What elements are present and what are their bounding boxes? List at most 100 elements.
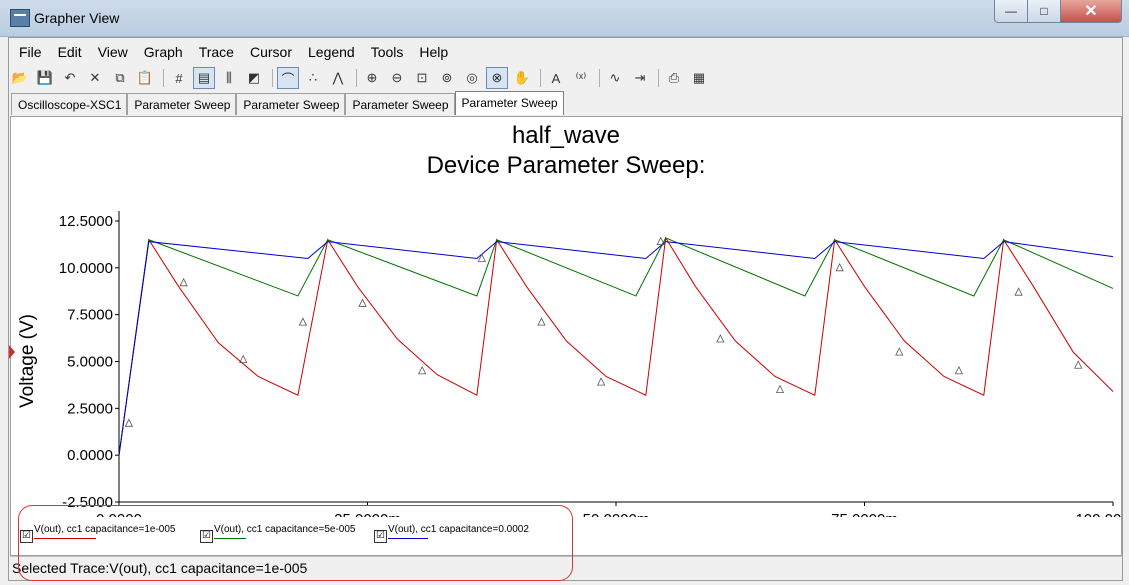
overlay-icon[interactable]: ◩	[243, 67, 265, 89]
tab-parameter-sweep-4[interactable]: Parameter Sweep	[454, 91, 564, 115]
menu-bar: File Edit View Graph Trace Cursor Legend…	[9, 40, 454, 62]
zoom-fit-icon[interactable]: ◎	[461, 67, 483, 89]
paste-icon[interactable]: 📋	[134, 67, 156, 89]
grapher-app-icon	[10, 9, 30, 27]
trace-properties-icon[interactable]: ∿	[604, 67, 626, 89]
legend-swatch-1e-5	[34, 538, 96, 539]
tab-parameter-sweep-3[interactable]: Parameter Sweep	[345, 93, 455, 115]
line-trace-icon[interactable]: ⌒	[277, 67, 299, 89]
trace-marker	[1014, 287, 1023, 296]
maximize-icon: □	[1040, 4, 1048, 18]
toolbar-separator	[356, 69, 357, 87]
trace-marker	[537, 317, 546, 326]
zoom-in-icon[interactable]: ⊕	[361, 67, 383, 89]
selected-trace-marker-icon	[9, 345, 15, 359]
legend-swatch-5e-5	[214, 538, 246, 539]
dot-trace-icon[interactable]: ∴	[302, 67, 324, 89]
trace-marker	[124, 418, 134, 427]
legend-checkbox-0.0002[interactable]: ☑	[374, 530, 387, 543]
trace-marker	[775, 384, 785, 394]
window-title: Grapher View	[34, 10, 120, 26]
y-tick-label: 0.0000	[67, 447, 113, 464]
tab-parameter-sweep-2[interactable]: Parameter Sweep	[236, 93, 346, 115]
trace-marker	[418, 365, 427, 375]
menu-file[interactable]: File	[9, 40, 48, 62]
zoom-full-icon[interactable]: ⊚	[436, 67, 458, 89]
y-tick-label: 7.5000	[67, 307, 113, 324]
y-tick-label: 12.5000	[59, 213, 113, 230]
status-bar: Selected Trace:V(out), cc1 capacitance=1…	[10, 556, 1122, 579]
toolbar-separator	[540, 69, 541, 87]
toolbar-separator	[163, 69, 164, 87]
delete-icon[interactable]: ✕	[84, 67, 106, 89]
minimize-icon: —	[1005, 4, 1017, 18]
trace-marker	[477, 253, 486, 262]
series-line-0	[118, 236, 1114, 456]
grapher-frame: File Edit View Graph Trace Cursor Legend…	[8, 37, 1129, 581]
legend-icon[interactable]: ▤	[193, 67, 215, 89]
grid-icon[interactable]: #	[168, 67, 190, 89]
trace-marker	[895, 347, 904, 356]
minimize-button[interactable]: —	[994, 0, 1028, 23]
print-preview-icon[interactable]: ▦	[688, 67, 710, 89]
menu-tools[interactable]: Tools	[361, 40, 410, 62]
save-icon[interactable]: 💾	[34, 67, 56, 89]
tab-strip: Oscilloscope-XSC1 Parameter Sweep Parame…	[11, 91, 564, 115]
chart-title: half_wave	[512, 122, 620, 149]
menu-help[interactable]: Help	[409, 40, 454, 62]
chart-subtitle: Device Parameter Sweep:	[427, 152, 706, 179]
zoom-y-icon[interactable]: ⊗	[486, 67, 508, 89]
line-dot-trace-icon[interactable]: ⋀	[327, 67, 349, 89]
y-axis-label: Voltage (V)	[17, 314, 38, 408]
legend-label-0.0002: V(out), cc1 capacitance=0.0002	[388, 524, 529, 535]
export-icon[interactable]: ⇥	[629, 67, 651, 89]
cursor-toggle-icon[interactable]: ⫼	[218, 67, 240, 89]
graph-panel[interactable]: half_wave Device Parameter Sweep: 12.5000 1…	[10, 116, 1129, 557]
tab-parameter-sweep-1[interactable]: Parameter Sweep	[127, 93, 237, 115]
menu-legend[interactable]: Legend	[298, 40, 361, 62]
legend-label-5e-5: V(out), cc1 capacitance=5e-005	[214, 524, 356, 535]
trace-marker	[835, 262, 844, 272]
title-bar[interactable]: Grapher View — □ ✕	[0, 0, 1129, 37]
toolbar-separator	[658, 69, 659, 87]
legend-label-1e-5: V(out), cc1 capacitance=1e-005	[34, 524, 176, 535]
close-button[interactable]: ✕	[1060, 0, 1122, 23]
label-icon[interactable]: ⁽ˣ⁾	[570, 67, 592, 89]
trace-marker	[358, 298, 367, 307]
menu-edit[interactable]: Edit	[48, 40, 88, 62]
series-line-1	[118, 237, 1114, 456]
menu-cursor[interactable]: Cursor	[240, 40, 298, 62]
legend-checkbox-5e-5[interactable]: ☑	[200, 530, 213, 543]
legend-swatch-0.0002	[388, 538, 428, 539]
series-line-2	[118, 241, 1114, 456]
trace-marker	[179, 277, 188, 287]
trace-marker	[1074, 360, 1083, 369]
chart-svg[interactable]: half_wave Device Parameter Sweep: 12.5000 1…	[11, 117, 1129, 557]
trace-marker	[954, 365, 964, 375]
undo-icon[interactable]: ↶	[59, 67, 81, 89]
toolbar-separator	[272, 69, 273, 87]
maximize-button[interactable]: □	[1027, 0, 1061, 23]
y-tick-label: 2.5000	[67, 400, 113, 417]
menu-view[interactable]: View	[88, 40, 134, 62]
zoom-out-icon[interactable]: ⊖	[386, 67, 408, 89]
tab-oscilloscope[interactable]: Oscilloscope-XSC1	[11, 93, 128, 115]
legend: ☑ V(out), cc1 capacitance=1e-005 ☑ V(out…	[10, 516, 1120, 552]
y-tick-label: 10.0000	[59, 260, 113, 277]
zoom-area-icon[interactable]: ⊡	[411, 67, 433, 89]
text-icon[interactable]: A	[545, 67, 567, 89]
menu-graph[interactable]: Graph	[134, 40, 189, 62]
legend-checkbox-1e-5[interactable]: ☑	[20, 530, 33, 543]
print-icon[interactable]: ⎙	[663, 67, 685, 89]
trace-marker	[596, 377, 606, 386]
menu-trace[interactable]: Trace	[189, 40, 240, 62]
copy-icon[interactable]: ⧉	[109, 67, 131, 89]
pan-icon[interactable]: ✋	[511, 67, 533, 89]
trace-marker	[716, 334, 725, 343]
toolbar-separator	[599, 69, 600, 87]
toolbar: 📂 💾 ↶ ✕ ⧉ 📋 # ▤ ⫼ ◩ ⌒ ∴ ⋀ ⊕ ⊖ ⊡ ⊚ ◎ ⊗ ✋ A ⁽ˣ⁾ ∿ ⇥ ⎙ ▦	[9, 66, 1120, 90]
grapher-window: Grapher View — □ ✕ File Edit View Graph …	[0, 0, 1129, 585]
close-icon: ✕	[1084, 3, 1098, 20]
trace-marker	[298, 317, 308, 326]
open-icon[interactable]: 📂	[9, 67, 31, 89]
